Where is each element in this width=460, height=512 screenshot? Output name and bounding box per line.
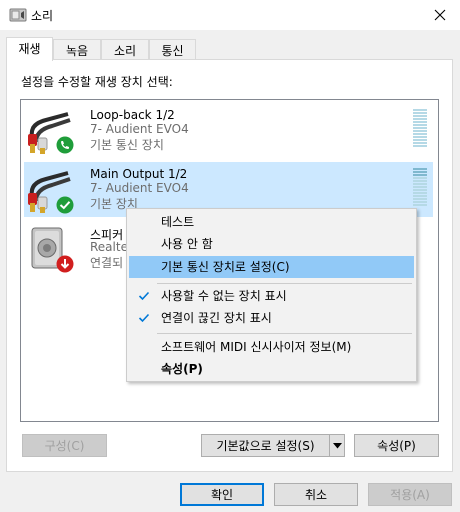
device-driver: 7- Audient EVO4	[90, 122, 189, 136]
menu-item-label: 기본 통신 장치로 설정(C)	[161, 260, 290, 274]
apply-button[interactable]: 적용(A)	[368, 483, 452, 506]
dropdown-arrow-icon	[332, 442, 342, 448]
set-default-dropdown[interactable]	[329, 434, 345, 457]
speaker-app-icon	[9, 8, 27, 22]
tab-label: 소리	[113, 44, 137, 58]
ok-button[interactable]: 확인	[180, 483, 264, 506]
instruction-label: 설정을 수정할 재생 장치 선택:	[21, 75, 173, 89]
checkmark-icon	[138, 313, 150, 323]
checkmark-icon	[138, 291, 150, 301]
menu-item-label: 속성(P)	[161, 362, 203, 376]
configure-button[interactable]: 구성(C)	[22, 434, 107, 457]
menu-separator	[157, 283, 412, 284]
device-name: Main Output 1/2	[90, 167, 188, 181]
tab-label: 재생	[18, 42, 41, 56]
level-meter	[413, 109, 427, 149]
cancel-button[interactable]: 취소	[274, 483, 358, 506]
menu-item-label: 소프트웨어 MIDI 신시사이저 정보(M)	[161, 340, 352, 354]
properties-button[interactable]: 속성(P)	[354, 434, 439, 457]
set-default-button[interactable]: 기본값으로 설정(S)	[201, 434, 330, 457]
device-name: Loop-back 1/2	[90, 108, 175, 122]
window-title: 소리	[31, 9, 54, 23]
context-menu: 테스트 사용 안 함 기본 통신 장치로 설정(C) 사용할 수 없는 장치 표…	[126, 208, 417, 382]
device-status: 기본 통신 장치	[90, 138, 164, 152]
tab-label: 녹음	[65, 44, 89, 58]
menu-item-test[interactable]: 테스트	[129, 211, 414, 233]
menu-item-label: 사용 안 함	[161, 237, 213, 251]
menu-item-label: 사용할 수 없는 장치 표시	[161, 289, 287, 303]
button-label: 확인	[210, 488, 234, 502]
tab-communications[interactable]: 통신	[149, 39, 196, 60]
phone-badge-icon	[56, 136, 74, 154]
tab-playback[interactable]: 재생	[6, 37, 53, 61]
menu-item-midi-info[interactable]: 소프트웨어 MIDI 신시사이저 정보(M)	[129, 336, 414, 358]
close-icon	[434, 9, 446, 21]
menu-item-set-default-communication[interactable]: 기본 통신 장치로 설정(C)	[129, 256, 414, 278]
button-label: 적용(A)	[390, 488, 430, 502]
title-bar: 소리	[0, 0, 460, 30]
close-button[interactable]	[420, 0, 460, 30]
menu-item-disable[interactable]: 사용 안 함	[129, 233, 414, 255]
menu-item-show-disconnected[interactable]: 연결이 끊긴 장치 표시	[129, 307, 414, 329]
device-driver: 7- Audient EVO4	[90, 181, 189, 195]
tab-recording[interactable]: 녹음	[53, 39, 101, 60]
menu-separator	[157, 333, 412, 334]
button-label: 구성(C)	[44, 439, 85, 453]
tab-sounds[interactable]: 소리	[101, 39, 149, 60]
menu-item-properties[interactable]: 속성(P)	[129, 358, 414, 380]
button-label: 취소	[304, 488, 328, 502]
button-label: 속성(P)	[377, 439, 416, 453]
device-row-loopback[interactable]: Loop-back 1/2 7- Audient EVO4 기본 통신 장치	[24, 103, 433, 158]
menu-item-label: 테스트	[161, 215, 195, 229]
check-badge-icon	[56, 196, 74, 214]
device-status: 연결되	[90, 256, 124, 270]
button-label: 기본값으로 설정(S)	[216, 439, 315, 453]
menu-item-label: 연결이 끊긴 장치 표시	[161, 311, 272, 325]
level-meter	[413, 168, 427, 208]
down-arrow-badge-icon	[56, 255, 74, 273]
menu-item-show-disabled[interactable]: 사용할 수 없는 장치 표시	[129, 285, 414, 307]
tab-label: 통신	[161, 44, 184, 58]
